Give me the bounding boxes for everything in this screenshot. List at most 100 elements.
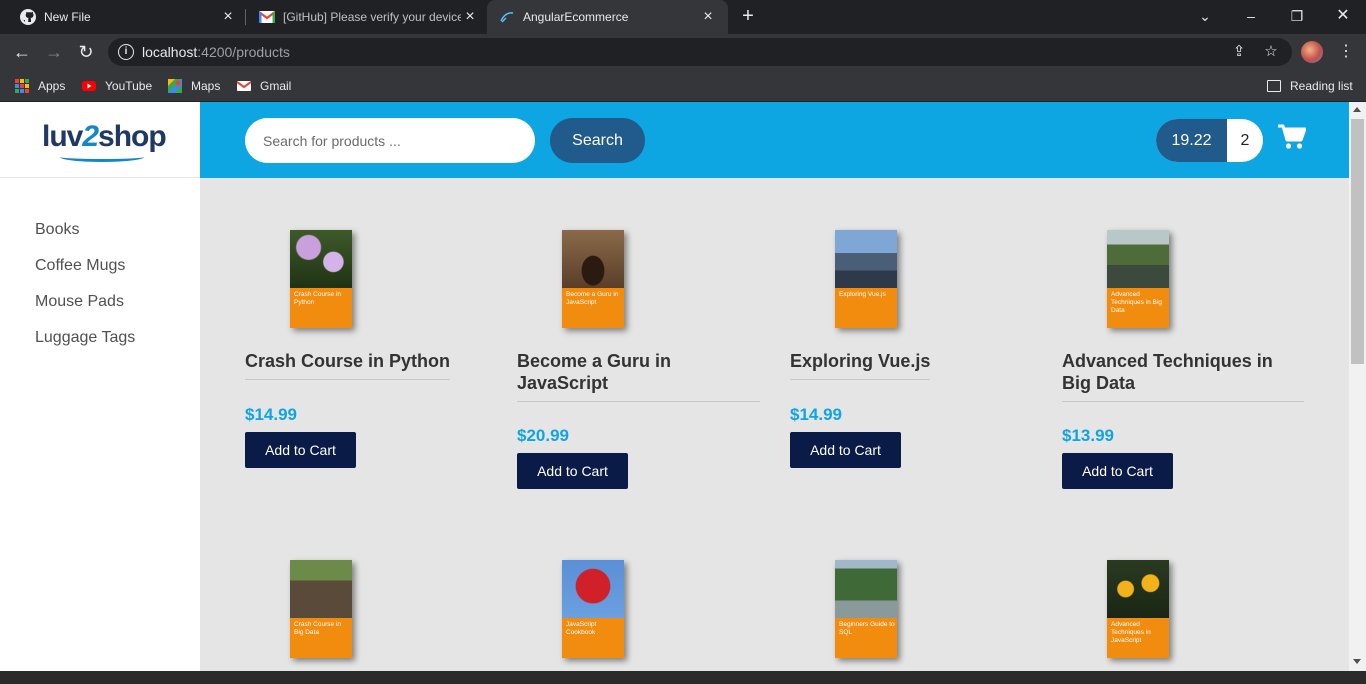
shopping-cart-icon[interactable] xyxy=(1278,124,1306,150)
add-to-cart-button[interactable]: Add to Cart xyxy=(245,432,356,468)
cover-title: JavaScript Cookbook xyxy=(566,621,597,636)
cover-title: Advanced Techniques in JavaScript xyxy=(1111,621,1151,644)
cover-art xyxy=(835,230,897,288)
menu-icon[interactable]: ⋮ xyxy=(1338,41,1354,63)
site-header: Search 19.22 2 xyxy=(200,102,1349,178)
address-bar[interactable]: i localhost:4200/products ⇪ ☆ xyxy=(108,38,1292,66)
bookmark-maps[interactable]: Maps xyxy=(168,76,220,96)
product-price: $13.99 xyxy=(1062,426,1114,445)
cover-title: Crash Course in Python xyxy=(294,291,341,306)
product-name[interactable]: Advanced Techniques in Big Data xyxy=(1062,350,1304,402)
cover-title: Become a Guru in JavaScript xyxy=(566,291,619,306)
logo[interactable]: luv2shop xyxy=(42,120,167,154)
cover-art xyxy=(562,230,624,288)
cover-art xyxy=(290,560,352,618)
tab-angular-ecommerce[interactable]: AngularEcommerce × xyxy=(487,0,728,34)
tab-search-icon[interactable]: ⌄ xyxy=(1195,6,1215,26)
page-scrollbar[interactable] xyxy=(1349,102,1366,671)
forward-icon[interactable]: → xyxy=(43,41,65,63)
bookmark-label: Maps xyxy=(191,79,221,93)
cover-title: Crash Course in Big Data xyxy=(294,621,341,636)
category-coffee-mugs[interactable]: Coffee Mugs xyxy=(35,256,135,292)
logo-text-right: shop xyxy=(98,120,167,153)
product-name[interactable]: Crash Course in Python xyxy=(245,350,451,380)
add-to-cart-button[interactable]: Add to Cart xyxy=(517,453,628,489)
reading-list-label: Reading list xyxy=(1290,79,1353,93)
product-image[interactable]: JavaScript Cookbook xyxy=(562,560,624,658)
page-content: luv2shop Books Coffee Mugs Mouse Pads Lu… xyxy=(0,102,1349,671)
url-text: localhost:4200/products xyxy=(142,44,290,60)
youtube-icon xyxy=(82,81,96,91)
minimize-icon[interactable]: – xyxy=(1241,6,1261,26)
close-icon[interactable]: × xyxy=(220,9,236,25)
close-window-icon[interactable]: ✕ xyxy=(1333,6,1353,26)
cover-art xyxy=(290,230,352,288)
scroll-down-icon[interactable] xyxy=(1353,659,1361,664)
bookmark-gmail[interactable]: Gmail xyxy=(237,76,291,96)
share-icon[interactable]: ⇪ xyxy=(1230,43,1248,61)
cover-title: Beginners Guide to SQL xyxy=(839,621,895,636)
category-luggage-tags[interactable]: Luggage Tags xyxy=(35,328,135,364)
tab-title: AngularEcommerce xyxy=(523,10,629,24)
close-icon[interactable]: × xyxy=(700,9,716,25)
scroll-thumb[interactable] xyxy=(1351,119,1364,364)
add-to-cart-button[interactable]: Add to Cart xyxy=(1062,453,1173,489)
profile-avatar[interactable] xyxy=(1301,41,1323,63)
product-name[interactable]: Become a Guru in JavaScript xyxy=(517,350,760,402)
maps-icon xyxy=(168,79,182,93)
bookmark-apps[interactable]: Apps xyxy=(15,76,65,96)
reload-icon[interactable]: ↻ xyxy=(75,41,97,63)
github-icon xyxy=(20,9,36,25)
product-image[interactable]: Exploring Vue.js xyxy=(835,230,897,328)
product-price: $20.99 xyxy=(517,426,569,445)
cart-total-quantity: 2 xyxy=(1240,132,1250,149)
category-mouse-pads[interactable]: Mouse Pads xyxy=(35,292,135,328)
product-price: $14.99 xyxy=(245,405,297,424)
cover-art xyxy=(835,560,897,618)
cart-status[interactable]: 19.22 2 xyxy=(1156,119,1263,162)
cover-art xyxy=(562,560,624,618)
product-name[interactable]: Exploring Vue.js xyxy=(790,350,931,380)
bookmark-label: YouTube xyxy=(105,79,153,93)
bookmark-star-icon[interactable]: ☆ xyxy=(1262,43,1280,61)
browser-tab-strip: New File × [GitHub] Please verify your d… xyxy=(0,0,1366,34)
product-image[interactable]: Advanced Techniques in Big Data xyxy=(1107,230,1169,328)
info-icon[interactable]: i xyxy=(118,44,134,60)
cart-total-price: 19.22 xyxy=(1156,119,1227,162)
product-image[interactable]: Become a Guru in JavaScript xyxy=(562,230,624,328)
logo-area[interactable]: luv2shop xyxy=(0,102,200,178)
bookmark-label: Apps xyxy=(38,79,66,93)
bookmark-youtube[interactable]: YouTube xyxy=(82,76,152,96)
apps-grid-icon xyxy=(15,79,29,93)
tab-title: New File xyxy=(44,10,91,24)
scroll-up-icon[interactable] xyxy=(1353,107,1361,112)
category-menu: Books Coffee Mugs Mouse Pads Luggage Tag… xyxy=(35,220,135,364)
back-icon[interactable]: ← xyxy=(11,41,33,63)
search-button[interactable]: Search xyxy=(550,118,645,163)
close-icon[interactable]: × xyxy=(462,9,478,25)
logo-text-left: luv xyxy=(42,120,83,153)
product-image[interactable]: Crash Course in Big Data xyxy=(290,560,352,658)
url-host: localhost xyxy=(142,44,198,60)
bookmarks-bar: Apps YouTube Maps Gmail Reading list xyxy=(0,70,1366,102)
add-to-cart-button[interactable]: Add to Cart xyxy=(790,432,901,468)
tab-new-file[interactable]: New File × xyxy=(0,0,244,34)
new-tab-button[interactable]: + xyxy=(738,6,758,27)
logo-text-two: 2 xyxy=(82,120,99,153)
product-price: $14.99 xyxy=(790,405,842,424)
product-image[interactable]: Crash Course in Python xyxy=(290,230,352,328)
cover-art xyxy=(1107,230,1169,288)
search-input[interactable] xyxy=(245,118,535,163)
url-path: :4200/products xyxy=(197,44,290,60)
restore-icon[interactable]: ❐ xyxy=(1287,6,1307,26)
reading-list-icon xyxy=(1267,80,1281,92)
browser-toolbar: ← → ↻ i localhost:4200/products ⇪ ☆ ⋮ xyxy=(0,34,1366,70)
gmail-icon xyxy=(237,81,251,91)
product-image[interactable]: Beginners Guide to SQL xyxy=(835,560,897,658)
tab-github-verify[interactable]: [GitHub] Please verify your device × xyxy=(246,0,486,34)
category-books[interactable]: Books xyxy=(35,220,135,256)
cover-title: Advanced Techniques in Big Data xyxy=(1111,291,1162,314)
product-image[interactable]: Advanced Techniques in JavaScript xyxy=(1107,560,1169,658)
reading-list-button[interactable]: Reading list xyxy=(1267,76,1353,96)
angular-icon xyxy=(500,12,514,23)
